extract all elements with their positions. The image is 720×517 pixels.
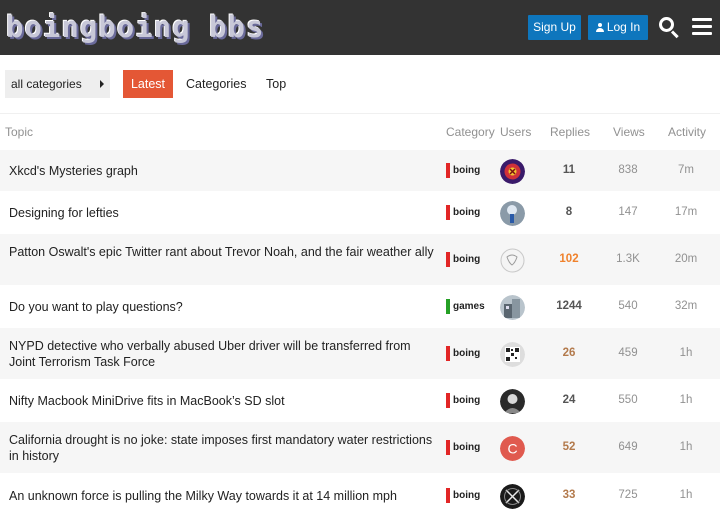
reply-count[interactable]: 8: [548, 206, 590, 218]
category-badge[interactable]: boing: [446, 205, 481, 220]
letter-c-avatar[interactable]: C: [500, 435, 525, 461]
category-color-bar: [446, 346, 450, 361]
activity-time[interactable]: 17m: [668, 206, 704, 218]
reply-count[interactable]: 33: [548, 489, 590, 501]
view-count: 459: [618, 347, 638, 359]
topic-row[interactable]: NYPD detective who verbally abused Uber …: [0, 327, 720, 379]
white-sketch-avatar[interactable]: [500, 247, 525, 273]
hamburger-menu-icon[interactable]: [692, 18, 712, 36]
sign-up-button[interactable]: Sign Up: [528, 15, 581, 40]
category-color-bar: [446, 488, 450, 503]
category-color-bar: [446, 163, 450, 178]
column-activity[interactable]: Activity: [668, 125, 706, 139]
category-color-bar: [446, 205, 450, 220]
tab-latest[interactable]: Latest: [123, 70, 173, 98]
category-badge-label: boing: [453, 165, 481, 176]
site-logo[interactable]: boingboing bbs: [6, 12, 264, 42]
column-users[interactable]: Users: [500, 125, 531, 139]
view-count: 540: [618, 300, 638, 312]
avatar-letter: C: [507, 440, 517, 456]
reply-count[interactable]: 11: [548, 164, 590, 176]
view-count: 838: [618, 164, 638, 176]
view-count: 649: [618, 441, 638, 453]
log-in-button[interactable]: Log In: [588, 15, 648, 40]
category-dropdown-label: all categories: [11, 77, 82, 91]
activity-time[interactable]: 32m: [668, 300, 704, 312]
category-color-bar: [446, 440, 450, 455]
category-badge[interactable]: boing: [446, 440, 481, 455]
qr-pattern-avatar[interactable]: [500, 341, 525, 367]
search-icon[interactable]: [658, 16, 680, 39]
view-count: 725: [618, 489, 638, 501]
category-badge-label: boing: [453, 395, 481, 406]
site-header: boingboing bbs Sign Up Log In: [0, 0, 720, 55]
activity-time[interactable]: 1h: [668, 489, 704, 501]
category-dropdown[interactable]: all categories: [5, 70, 110, 98]
topic-row[interactable]: Nifty Macbook MiniDrive fits in MacBook’…: [0, 379, 720, 421]
activity-time[interactable]: 20m: [668, 253, 704, 265]
topic-row[interactable]: Patton Oswalt's epic Twitter rant about …: [0, 233, 720, 285]
activity-time[interactable]: 1h: [668, 394, 704, 406]
blue-figure-avatar[interactable]: [500, 200, 525, 226]
topic-title-link[interactable]: Designing for lefties: [9, 205, 434, 221]
category-badge[interactable]: boing: [446, 393, 481, 408]
activity-time[interactable]: 1h: [668, 441, 704, 453]
topic-row[interactable]: Designing for lefties boing 8 147 17m: [0, 191, 720, 233]
category-badge-label: boing: [453, 207, 481, 218]
reply-count[interactable]: 24: [548, 394, 590, 406]
tab-categories[interactable]: Categories: [186, 70, 246, 98]
category-badge-label: boing: [453, 442, 481, 453]
topic-navigation: all categories Latest Categories Top: [0, 70, 720, 98]
topic-row[interactable]: Xkcd's Mysteries graph boing 11 838 7m: [0, 149, 720, 191]
view-count: 1.3K: [616, 253, 640, 265]
log-in-label: Log In: [606, 20, 641, 34]
portrait-avatar[interactable]: [500, 388, 525, 414]
topic-row[interactable]: Do you want to play questions? games 1244 5…: [0, 285, 720, 327]
red-emblem-avatar[interactable]: [500, 158, 525, 184]
category-color-bar: [446, 393, 450, 408]
activity-time[interactable]: 7m: [668, 164, 704, 176]
category-badge[interactable]: boing: [446, 163, 481, 178]
activity-time[interactable]: 1h: [668, 347, 704, 359]
reply-count[interactable]: 102: [548, 253, 590, 265]
view-count: 147: [618, 206, 638, 218]
category-badge[interactable]: boing: [446, 252, 481, 267]
topic-row[interactable]: An unknown force is pulling the Milky Wa…: [0, 473, 720, 517]
user-icon: [595, 23, 604, 32]
view-count: 550: [618, 394, 638, 406]
category-badge-label: boing: [453, 254, 481, 265]
caret-right-icon: [100, 80, 104, 88]
crossed-x-avatar[interactable]: [500, 483, 525, 509]
reply-count[interactable]: 1244: [548, 300, 590, 312]
category-badge-label: games: [453, 301, 485, 312]
column-views[interactable]: Views: [613, 125, 645, 139]
topic-title-link[interactable]: Do you want to play questions?: [9, 299, 434, 315]
topic-row[interactable]: California drought is no joke: state imp…: [0, 421, 720, 473]
column-category[interactable]: Category: [446, 125, 495, 139]
topic-title-link[interactable]: Patton Oswalt's epic Twitter rant about …: [9, 244, 434, 260]
reply-count[interactable]: 26: [548, 347, 590, 359]
topic-title-link[interactable]: NYPD detective who verbally abused Uber …: [9, 338, 434, 370]
building-avatar[interactable]: [500, 294, 525, 320]
topic-title-link[interactable]: Nifty Macbook MiniDrive fits in MacBook’…: [9, 393, 434, 409]
topic-title-link[interactable]: Xkcd's Mysteries graph: [9, 163, 434, 179]
topic-title-link[interactable]: California drought is no joke: state imp…: [9, 432, 434, 464]
category-badge[interactable]: boing: [446, 488, 481, 503]
tab-top[interactable]: Top: [266, 70, 290, 98]
category-color-bar: [446, 299, 450, 314]
category-badge[interactable]: boing: [446, 346, 481, 361]
topic-title-link[interactable]: An unknown force is pulling the Milky Wa…: [9, 488, 434, 504]
column-topic[interactable]: Topic: [5, 125, 33, 139]
column-replies[interactable]: Replies: [550, 125, 590, 139]
category-badge[interactable]: games: [446, 299, 485, 314]
category-color-bar: [446, 252, 450, 267]
reply-count[interactable]: 52: [548, 441, 590, 453]
category-badge-label: boing: [453, 490, 481, 501]
topic-list-header: Topic Category Users Replies Views Activ…: [0, 113, 720, 149]
category-badge-label: boing: [453, 348, 481, 359]
